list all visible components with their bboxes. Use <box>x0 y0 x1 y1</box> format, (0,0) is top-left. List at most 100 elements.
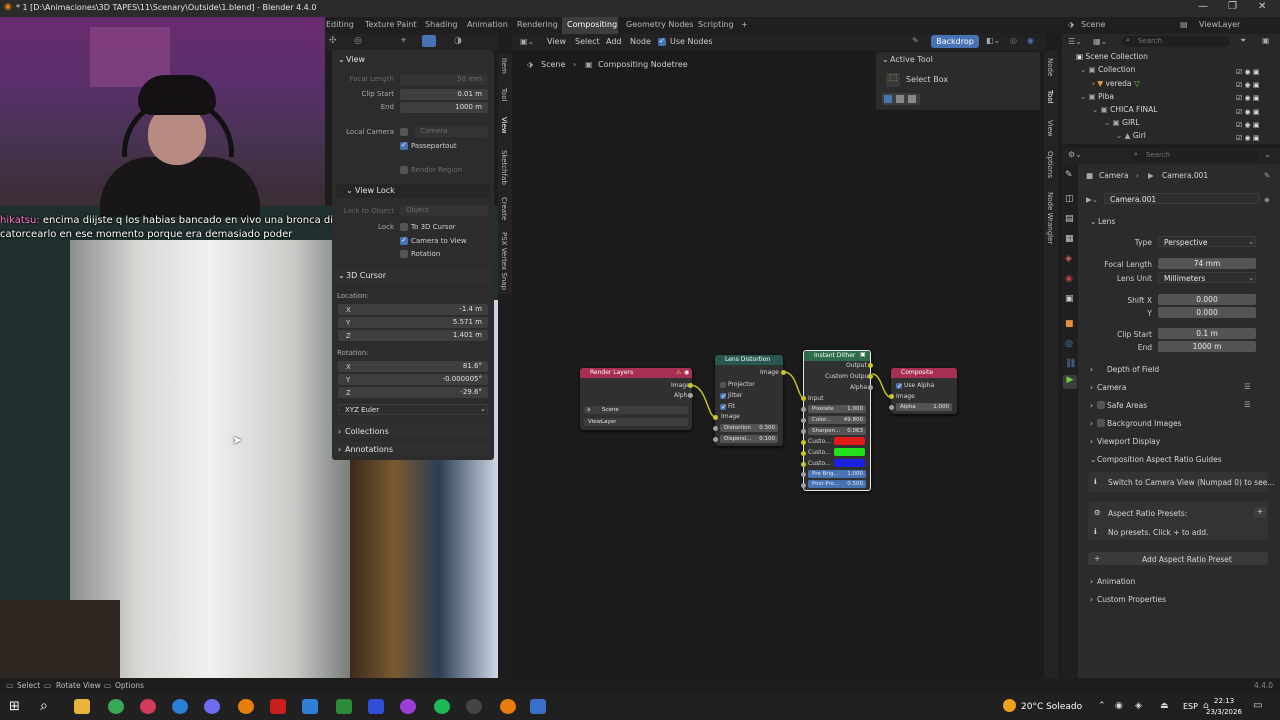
collections-header[interactable]: Collections <box>345 427 389 436</box>
section-depth-of-field[interactable]: Depth of Field <box>1107 365 1159 374</box>
section-viewport-display[interactable]: Viewport Display <box>1097 437 1160 446</box>
obs-icon[interactable] <box>466 699 482 714</box>
lock-to-object-field[interactable]: Object <box>400 205 488 216</box>
outliner-scene-collection[interactable]: ▣ Scene Collection <box>1076 52 1148 65</box>
pycharm-icon[interactable] <box>336 699 352 714</box>
cursor-loc-z-field[interactable]: 1.401 m <box>338 330 488 341</box>
section-custom-properties[interactable]: Custom Properties <box>1097 595 1166 604</box>
menu-view[interactable]: View <box>547 37 566 46</box>
id-input-socket[interactable] <box>801 396 806 401</box>
overlay-toggle-icon[interactable]: ◉ <box>1027 36 1034 45</box>
section-safe-areas[interactable]: Safe Areas <box>1107 401 1147 410</box>
add-preset-plus-icon[interactable]: + <box>1254 507 1266 518</box>
ld-distortion-socket[interactable] <box>713 426 718 431</box>
tab-node[interactable]: Node <box>1046 58 1054 76</box>
menu-node[interactable]: Node <box>630 37 651 46</box>
tool-tab-icon[interactable]: ✎ <box>1065 170 1073 180</box>
focal-length-field[interactable]: 50 mm <box>400 74 488 85</box>
cursor-loc-x-field[interactable]: -1.4 m <box>338 304 488 315</box>
weather-sun-icon[interactable] <box>1003 699 1016 712</box>
id-pixelate-field[interactable]: Pixelate 1.000 <box>808 405 866 413</box>
rotation-lock-checkbox[interactable] <box>400 250 408 258</box>
id-pixelate-socket[interactable] <box>801 407 806 412</box>
id-custo1-socket[interactable] <box>801 440 806 445</box>
tab-view[interactable]: View <box>500 117 508 134</box>
fit-checkbox[interactable] <box>720 403 727 411</box>
section-animation[interactable]: Animation <box>1097 577 1135 586</box>
outliner-vereda[interactable]: › ▼ vereda ▽ <box>1092 79 1140 92</box>
backdrop-button[interactable]: Backdrop <box>931 35 979 48</box>
lens-type-dropdown[interactable]: Perspective <box>1158 236 1256 247</box>
use-nodes-checkbox[interactable] <box>658 37 666 46</box>
view-lock-header[interactable]: View Lock <box>355 186 395 195</box>
tab-tool[interactable]: Tool <box>500 88 508 102</box>
language-indicator[interactable]: ESP <box>1183 702 1198 711</box>
minimize-icon[interactable]: — <box>1198 1 1208 12</box>
cursor-rot-x-field[interactable]: 81.6° <box>338 361 488 372</box>
cursor-rot-y-field[interactable]: -0.000005° <box>338 374 488 385</box>
id-sharpen-field[interactable]: Sharpen... 0.063 <box>808 427 866 435</box>
tab-node-wrangler[interactable]: Node Wrangler <box>1046 192 1054 244</box>
tab-psx-vertex-snap[interactable]: PSX Vertex Snap <box>500 232 508 290</box>
lens-header[interactable]: Lens <box>1098 217 1115 226</box>
tray-usb-icon[interactable]: ⏏ <box>1160 701 1169 711</box>
close-icon[interactable]: ✕ <box>1258 1 1266 12</box>
ld-dispersion-socket[interactable] <box>713 437 718 442</box>
render-tab-icon[interactable]: ◫ <box>1065 194 1074 204</box>
gizmo-toggle-icon[interactable] <box>422 35 436 47</box>
properties-editor-icon[interactable]: ⚙⌄ <box>1068 150 1082 159</box>
search-taskbar-icon[interactable]: ⌕ <box>40 698 48 714</box>
new-collection-icon[interactable]: ▣ <box>1262 36 1270 45</box>
tab-item[interactable]: Item <box>500 58 508 74</box>
tray-app-icon[interactable]: ◉ <box>1115 701 1123 711</box>
rl-scene-field[interactable]: Scene <box>584 406 688 414</box>
props-options-icon[interactable]: ⌄ <box>1264 150 1271 159</box>
id-post-field[interactable]: Post Pro... 0.500 <box>808 480 866 488</box>
visibility-icon[interactable]: ◉ <box>684 369 689 376</box>
lens-chevron-icon[interactable]: ⌄ <box>1090 217 1096 226</box>
comp-alpha-socket[interactable] <box>889 405 894 410</box>
tab-shading[interactable]: Shading <box>425 20 458 29</box>
custom-color-2-swatch[interactable] <box>834 448 865 456</box>
shift-y-field[interactable]: 0.000 <box>1158 307 1256 318</box>
id-sharpen-socket[interactable] <box>801 429 806 434</box>
tab-options[interactable]: Options <box>1046 151 1054 178</box>
display-mode-icon[interactable]: ▦⌄ <box>1093 37 1107 46</box>
vscode-icon[interactable] <box>368 699 384 714</box>
tab-sketchfab[interactable]: Sketchfab <box>500 150 508 185</box>
outliner-search-input[interactable]: ⌕ Search <box>1122 36 1230 47</box>
blender-running-icon[interactable] <box>500 699 516 714</box>
id-alpha-socket[interactable] <box>868 385 873 390</box>
pin-props-icon[interactable]: ✎ <box>1264 171 1270 180</box>
3d-cursor-chevron-icon[interactable]: ⌄ <box>338 271 345 280</box>
scene-selector[interactable]: Scene <box>1081 20 1105 29</box>
snap-icon[interactable]: ⌖ <box>401 36 406 46</box>
scene-tab-icon[interactable]: ◈ <box>1065 254 1072 264</box>
use-alpha-checkbox[interactable] <box>896 382 903 390</box>
view-lock-chevron-icon[interactable]: ⌄ <box>346 186 353 195</box>
clip-end-field[interactable]: 1000 m <box>400 102 488 113</box>
app-icon-3[interactable] <box>530 699 546 714</box>
viewlayer-selector[interactable]: ViewLayer <box>1199 20 1240 29</box>
camera-datablock-icon[interactable]: ▶⌄ <box>1086 195 1098 204</box>
passepartout-checkbox[interactable] <box>400 141 408 150</box>
weather-text[interactable]: 20°C Soleado <box>1021 702 1082 712</box>
focal-length-prop-field[interactable]: 74 mm <box>1158 258 1256 269</box>
maximize-icon[interactable]: ❐ <box>1228 1 1237 12</box>
rotation-mode-dropdown[interactable]: XYZ Euler <box>338 404 488 415</box>
id-post-socket[interactable] <box>801 483 806 488</box>
fake-user-icon[interactable]: ◈ <box>1264 195 1270 204</box>
3d-cursor-header[interactable]: 3D Cursor <box>346 271 386 280</box>
ld-dispersion-field[interactable]: Dispersi... 0.100 <box>720 435 778 443</box>
file-explorer-icon[interactable] <box>74 699 90 714</box>
group-icon[interactable]: ▣ <box>860 351 866 358</box>
cursor-rot-z-field[interactable]: -29.6° <box>338 387 488 398</box>
app-icon-2[interactable] <box>400 699 416 714</box>
id-prebright-field[interactable]: Pre Brig... 1.000 <box>808 470 866 478</box>
outliner-girl-collection[interactable]: ⌄ ▣ GIRL <box>1104 118 1140 131</box>
tab-geometry-nodes[interactable]: Geometry Nodes <box>626 20 693 29</box>
outliner-piba[interactable]: ⌄ ▣ Piba <box>1080 92 1114 105</box>
ld-out-socket[interactable] <box>781 370 786 375</box>
camera-to-view-checkbox[interactable] <box>400 236 408 245</box>
section-composition-guides[interactable]: Composition Aspect Ratio Guides <box>1097 455 1222 464</box>
